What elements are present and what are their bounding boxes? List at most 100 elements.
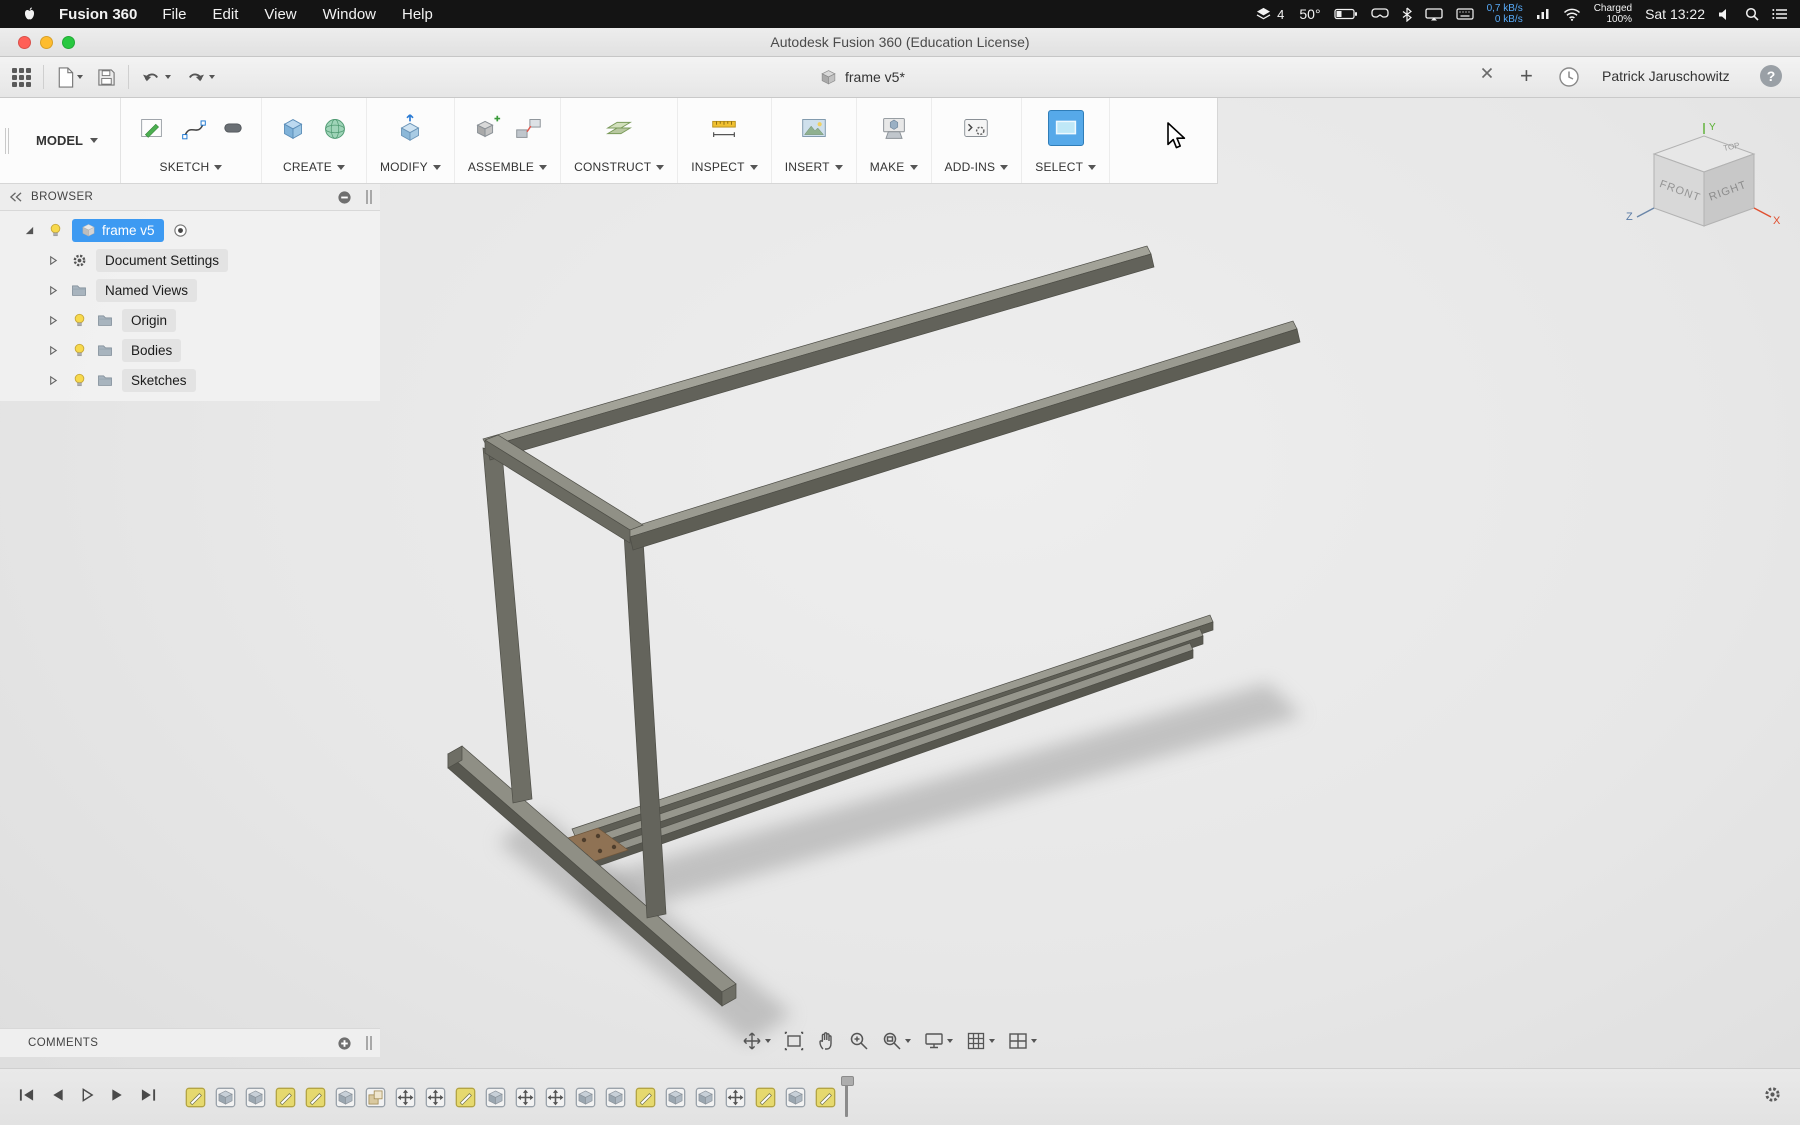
new-tab-button[interactable]: + xyxy=(1520,62,1533,90)
ribbon-group-label[interactable]: INSERT xyxy=(785,160,843,174)
timeline-feature-move[interactable] xyxy=(425,1087,446,1108)
tree-node[interactable]: Sketches xyxy=(122,368,196,392)
disclosure-collapsed-icon[interactable] xyxy=(44,281,62,299)
fit-view-icon[interactable] xyxy=(784,1031,804,1051)
collapse-panel-icon[interactable] xyxy=(8,191,23,203)
comments-panel[interactable]: COMMENTS xyxy=(0,1028,380,1057)
panel-resize-handle[interactable] xyxy=(366,1036,372,1050)
keyboard-icon[interactable] xyxy=(1455,8,1474,20)
disclosure-expanded-icon[interactable] xyxy=(20,221,38,239)
scripts-addins-icon[interactable] xyxy=(958,110,994,146)
zoom-window-icon[interactable] xyxy=(882,1031,911,1051)
visibility-bulb-icon[interactable] xyxy=(70,371,88,389)
display-settings-icon[interactable] xyxy=(924,1032,953,1050)
workspace-selector[interactable]: MODEL xyxy=(14,98,121,183)
tree-node[interactable]: Bodies xyxy=(122,338,182,362)
viewcube[interactable]: TOP FRONT RIGHT Y X Z xyxy=(1624,120,1784,252)
tree-node[interactable]: Named Views xyxy=(96,278,198,302)
display-mirroring-icon[interactable] xyxy=(1424,7,1443,21)
step-back-icon[interactable] xyxy=(50,1087,65,1108)
select-tool-icon[interactable] xyxy=(1047,110,1084,146)
network-speed-status[interactable]: 0,7 kB/s 0 kB/s xyxy=(1487,3,1523,26)
timeline-playhead[interactable] xyxy=(841,1076,854,1117)
timeline-settings-gear-icon[interactable] xyxy=(1763,1085,1782,1109)
browser-row-sketches[interactable]: Sketches xyxy=(0,365,380,395)
menu-view[interactable]: View xyxy=(251,6,309,23)
minimize-window-button[interactable] xyxy=(40,36,53,49)
browser-row-document-settings[interactable]: Document Settings xyxy=(0,245,380,275)
browser-row-origin[interactable]: Origin xyxy=(0,305,380,335)
timeline-feature-move[interactable] xyxy=(515,1087,536,1108)
timeline-feature-sketch[interactable] xyxy=(305,1087,326,1108)
create-form-icon[interactable] xyxy=(317,110,353,146)
ribbon-group-label[interactable]: CREATE xyxy=(283,160,345,174)
disclosure-collapsed-icon[interactable] xyxy=(44,251,62,269)
slot-tool-icon[interactable] xyxy=(218,113,248,143)
volume-icon[interactable] xyxy=(1718,8,1732,21)
job-status-clock-icon[interactable] xyxy=(1558,66,1580,93)
viewports-icon[interactable] xyxy=(1008,1032,1037,1050)
panel-resize-handle[interactable] xyxy=(366,190,372,204)
menubar-app-name[interactable]: Fusion 360 xyxy=(47,6,149,23)
3d-print-icon[interactable] xyxy=(876,110,912,146)
timeline-feature-feature[interactable] xyxy=(605,1087,626,1108)
timeline-feature-sketch[interactable] xyxy=(815,1087,836,1108)
create-sketch-icon[interactable] xyxy=(134,110,170,146)
temperature-status[interactable]: 50° xyxy=(1299,6,1320,22)
pan-tool-icon[interactable] xyxy=(742,1031,771,1051)
browser-row-named-views[interactable]: Named Views xyxy=(0,275,380,305)
undo-button[interactable] xyxy=(139,67,173,88)
ribbon-group-label[interactable]: MODIFY xyxy=(380,160,441,174)
construction-plane-icon[interactable] xyxy=(601,110,637,146)
menu-help[interactable]: Help xyxy=(389,6,446,23)
timeline-feature-sketch[interactable] xyxy=(455,1087,476,1108)
joint-icon[interactable] xyxy=(510,110,546,146)
spotlight-search-icon[interactable] xyxy=(1745,7,1759,21)
pan-hand-icon[interactable] xyxy=(817,1031,836,1051)
ribbon-group-label[interactable]: INSPECT xyxy=(691,160,758,174)
timeline-feature-move[interactable] xyxy=(395,1087,416,1108)
tree-node[interactable]: Origin xyxy=(122,308,177,332)
menu-window[interactable]: Window xyxy=(310,6,389,23)
wifi-icon[interactable] xyxy=(1563,8,1581,21)
ribbon-group-label[interactable]: CONSTRUCT xyxy=(574,160,665,174)
disclosure-collapsed-icon[interactable] xyxy=(44,311,62,329)
visibility-bulb-icon[interactable] xyxy=(70,341,88,359)
visibility-bulb-icon[interactable] xyxy=(46,221,64,239)
layers-status-icon[interactable]: 4 xyxy=(1254,5,1286,24)
timeline-feature-sketch[interactable] xyxy=(635,1087,656,1108)
visibility-bulb-icon[interactable] xyxy=(70,311,88,329)
app-grid-icon[interactable] xyxy=(10,66,33,89)
battery-charge-status[interactable]: Charged 100% xyxy=(1594,3,1632,26)
disclosure-collapsed-icon[interactable] xyxy=(44,341,62,359)
timeline-feature-feature[interactable] xyxy=(215,1087,236,1108)
timeline-feature-feature[interactable] xyxy=(575,1087,596,1108)
disclosure-collapsed-icon[interactable] xyxy=(44,371,62,389)
active-component-radio-icon[interactable] xyxy=(172,221,190,239)
new-document-button[interactable] xyxy=(54,65,85,90)
timeline-feature-sketch[interactable] xyxy=(275,1087,296,1108)
step-forward-icon[interactable] xyxy=(110,1087,125,1108)
menu-file[interactable]: File xyxy=(149,6,199,23)
ribbon-drag-handle[interactable] xyxy=(0,98,14,183)
browser-row-root[interactable]: frame v5 xyxy=(0,215,380,245)
timeline-feature-feature[interactable] xyxy=(785,1087,806,1108)
signal-bars-icon[interactable] xyxy=(1536,8,1550,20)
create-box-icon[interactable] xyxy=(275,110,311,146)
goggles-icon[interactable] xyxy=(1370,8,1389,20)
spline-tool-icon[interactable] xyxy=(176,110,212,146)
new-component-icon[interactable] xyxy=(468,110,504,146)
user-account-button[interactable]: Patrick Jaruschowitz xyxy=(1602,68,1730,84)
play-icon[interactable] xyxy=(80,1087,95,1108)
ribbon-group-label[interactable]: ASSEMBLE xyxy=(468,160,548,174)
ribbon-group-label[interactable]: ADD-INS xyxy=(945,160,1009,174)
tab-close-icon[interactable] xyxy=(1480,66,1494,85)
timeline-feature-feature[interactable] xyxy=(665,1087,686,1108)
timeline-feature-feature[interactable] xyxy=(335,1087,356,1108)
press-pull-icon[interactable] xyxy=(392,110,428,146)
bluetooth-icon[interactable] xyxy=(1402,7,1412,22)
ribbon-group-label[interactable]: SELECT xyxy=(1035,160,1097,174)
go-to-end-icon[interactable] xyxy=(140,1087,157,1108)
browser-row-bodies[interactable]: Bodies xyxy=(0,335,380,365)
apple-menu-icon[interactable] xyxy=(12,6,47,23)
